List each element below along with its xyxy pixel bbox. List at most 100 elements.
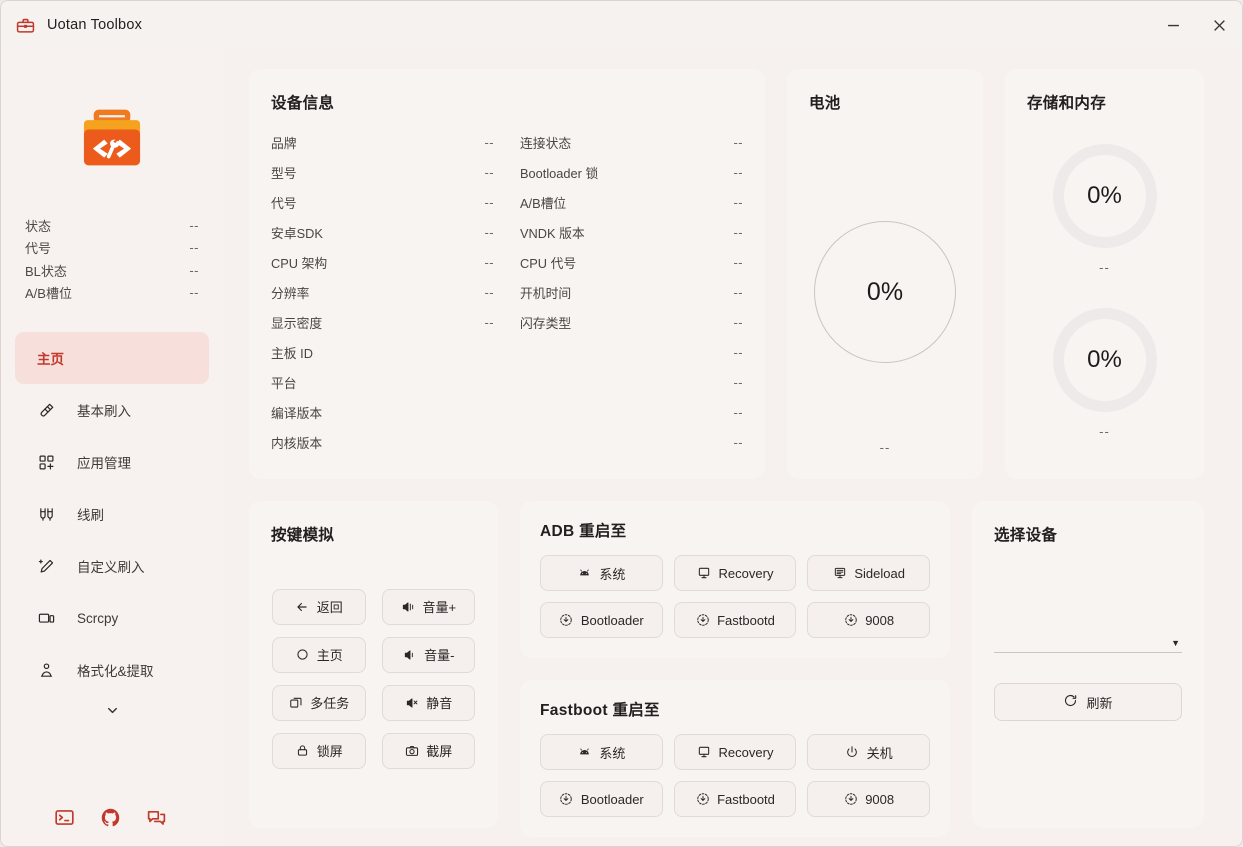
sidebar-item-format-extract[interactable]: 格式化&提取 <box>15 644 209 696</box>
info-row: 开机时间 -- <box>520 277 743 307</box>
device-info-card: 设备信息 品牌 -- 型号 -- 代号 -- 安卓SDK -- CPU 架构 -… <box>249 69 765 479</box>
key-multitask-button[interactable]: 多任务 <box>272 684 366 721</box>
info-label: A/B槽位 <box>520 195 567 211</box>
info-row: 主板 ID -- <box>271 337 743 367</box>
chevron-down-icon: ▼ <box>1171 638 1180 648</box>
info-label: 分辨率 <box>271 285 310 301</box>
window-title: Uotan Toolbox <box>47 17 143 33</box>
reboot-button-label: 9008 <box>865 791 895 807</box>
key-button-label: 音量+ <box>422 600 457 615</box>
adb-reboot-system-button[interactable]: 系统 <box>540 555 663 591</box>
memory-sub-label: -- <box>1099 423 1110 439</box>
fastboot-reboot-fastbootd-button[interactable]: Fastbootd <box>673 781 797 817</box>
key-lock-button[interactable]: 锁屏 <box>272 732 366 769</box>
storage-gauge: 0% <box>1052 143 1157 248</box>
info-row: 品牌 -- <box>271 127 494 157</box>
info-value: -- <box>484 224 494 240</box>
refresh-button-label: 刷新 <box>1086 695 1113 711</box>
info-label: Bootloader 锁 <box>520 165 599 181</box>
volume-down-icon <box>402 647 417 662</box>
sidebar-item-home[interactable]: 主页 <box>15 332 209 384</box>
sidebar-item-app-manager[interactable]: 应用管理 <box>15 436 209 488</box>
info-value: -- <box>733 374 743 390</box>
sidebar-item-label: 应用管理 <box>77 456 131 471</box>
info-row: 编译版本 -- <box>271 397 743 427</box>
info-row: A/B槽位 -- <box>520 187 743 217</box>
device-select-title: 选择设备 <box>994 527 1058 544</box>
info-value: -- <box>733 434 743 450</box>
main-content: 设备信息 品牌 -- 型号 -- 代号 -- 安卓SDK -- CPU 架构 -… <box>223 49 1242 846</box>
sidebar-expand-button[interactable] <box>15 698 209 728</box>
adb-reboot-fastbootd-button[interactable]: Fastbootd <box>673 602 797 638</box>
info-value: -- <box>733 164 743 180</box>
info-row: 代号 -- <box>271 187 494 217</box>
memory-percent: 0% <box>1087 345 1122 373</box>
key-volume-up-button[interactable]: 音量+ <box>381 588 475 625</box>
screen-mirror-icon <box>37 609 55 627</box>
key-button-label: 主页 <box>316 648 343 663</box>
reboot-button-label: Bootloader <box>580 791 644 807</box>
github-icon[interactable] <box>99 806 121 828</box>
sidebar-item-scrcpy[interactable]: Scrcpy <box>15 592 209 644</box>
fastboot-reboot-9008-button[interactable]: 9008 <box>807 781 930 817</box>
reboot-button-label: Recovery <box>718 565 774 581</box>
adb-reboot-sideload-button[interactable]: Sideload <box>807 555 930 591</box>
app-body: 状态 -- 代号 -- BL状态 -- A/B槽位 -- 主页 基本刷入 应用管… <box>1 49 1242 846</box>
storage-sub-label: -- <box>1099 259 1110 275</box>
fastboot-reboot-bootloader-button[interactable]: Bootloader <box>540 781 663 817</box>
info-value: -- <box>484 284 494 300</box>
fastboot-reboot-system-button[interactable]: 系统 <box>540 734 663 770</box>
key-home-button[interactable]: 主页 <box>272 636 366 673</box>
info-row: 平台 -- <box>271 367 743 397</box>
recovery-icon <box>697 566 712 581</box>
adb-reboot-bootloader-button[interactable]: Bootloader <box>540 602 663 638</box>
key-mute-button[interactable]: 静音 <box>381 684 475 721</box>
info-value: -- <box>484 194 494 210</box>
key-simulation-card: 按键模拟 返回 音量+ 主页 音量- 多任务 静音 锁屏 截屏 <box>249 501 498 828</box>
sidebar: 状态 -- 代号 -- BL状态 -- A/B槽位 -- 主页 基本刷入 应用管… <box>1 49 223 846</box>
info-value: -- <box>484 134 494 150</box>
sidebar-item-basic-flash[interactable]: 基本刷入 <box>15 384 209 436</box>
fastboot-reboot-recovery-button[interactable]: Recovery <box>673 734 797 770</box>
info-label: 平台 <box>271 375 297 391</box>
window-controls <box>1150 1 1242 49</box>
reboot-button-label: Fastbootd <box>717 791 775 807</box>
device-info-grid: 品牌 -- 型号 -- 代号 -- 安卓SDK -- CPU 架构 -- 分辨率… <box>271 127 743 457</box>
sidebar-item-label: 线刷 <box>77 508 104 523</box>
storage-unit: 0% -- <box>1052 143 1157 275</box>
info-value: -- <box>484 254 494 270</box>
info-label: 开机时间 <box>520 285 572 301</box>
sidebar-item-custom-flash[interactable]: 自定义刷入 <box>15 540 209 592</box>
key-volume-down-button[interactable]: 音量- <box>381 636 475 673</box>
device-status-list: 状态 -- 代号 -- BL状态 -- A/B槽位 -- <box>15 214 209 304</box>
status-row: 状态 -- <box>25 214 199 237</box>
wire-flash-icon <box>37 505 55 523</box>
adb-reboot-9008-button[interactable]: 9008 <box>807 602 930 638</box>
reboot-column: ADB 重启至 系统 Recovery Sideload Bootloader … <box>520 501 950 837</box>
key-button-label: 静音 <box>426 696 453 711</box>
android-icon <box>577 566 592 581</box>
minimize-button[interactable] <box>1150 1 1196 49</box>
key-back-button[interactable]: 返回 <box>272 588 366 625</box>
refresh-devices-button[interactable]: 刷新 <box>994 683 1182 721</box>
terminal-icon[interactable] <box>53 806 75 828</box>
chat-icon[interactable] <box>145 806 167 828</box>
reboot-button-label: 关机 <box>866 745 893 761</box>
close-button[interactable] <box>1196 1 1242 49</box>
app-window: Uotan Toolbox 状态 -- 代号 -- BL状态 -- A/B槽位 … <box>0 0 1243 847</box>
info-value: -- <box>733 224 743 240</box>
app-logo-wrap <box>15 103 209 186</box>
info-value: -- <box>733 404 743 420</box>
info-label: 编译版本 <box>271 405 323 421</box>
info-value: -- <box>733 314 743 330</box>
key-screenshot-button[interactable]: 截屏 <box>381 732 475 769</box>
power-icon <box>845 745 860 760</box>
adb-reboot-recovery-button[interactable]: Recovery <box>673 555 797 591</box>
top-row: 设备信息 品牌 -- 型号 -- 代号 -- 安卓SDK -- CPU 架构 -… <box>249 69 1204 479</box>
sidebar-item-wire-flash[interactable]: 线刷 <box>15 488 209 540</box>
lock-icon <box>295 743 310 758</box>
reboot-button-label: 系统 <box>599 745 626 761</box>
status-row: BL状态 -- <box>25 259 199 282</box>
fastboot-poweroff-button[interactable]: 关机 <box>807 734 930 770</box>
device-select-dropdown[interactable]: ▼ <box>994 623 1182 653</box>
